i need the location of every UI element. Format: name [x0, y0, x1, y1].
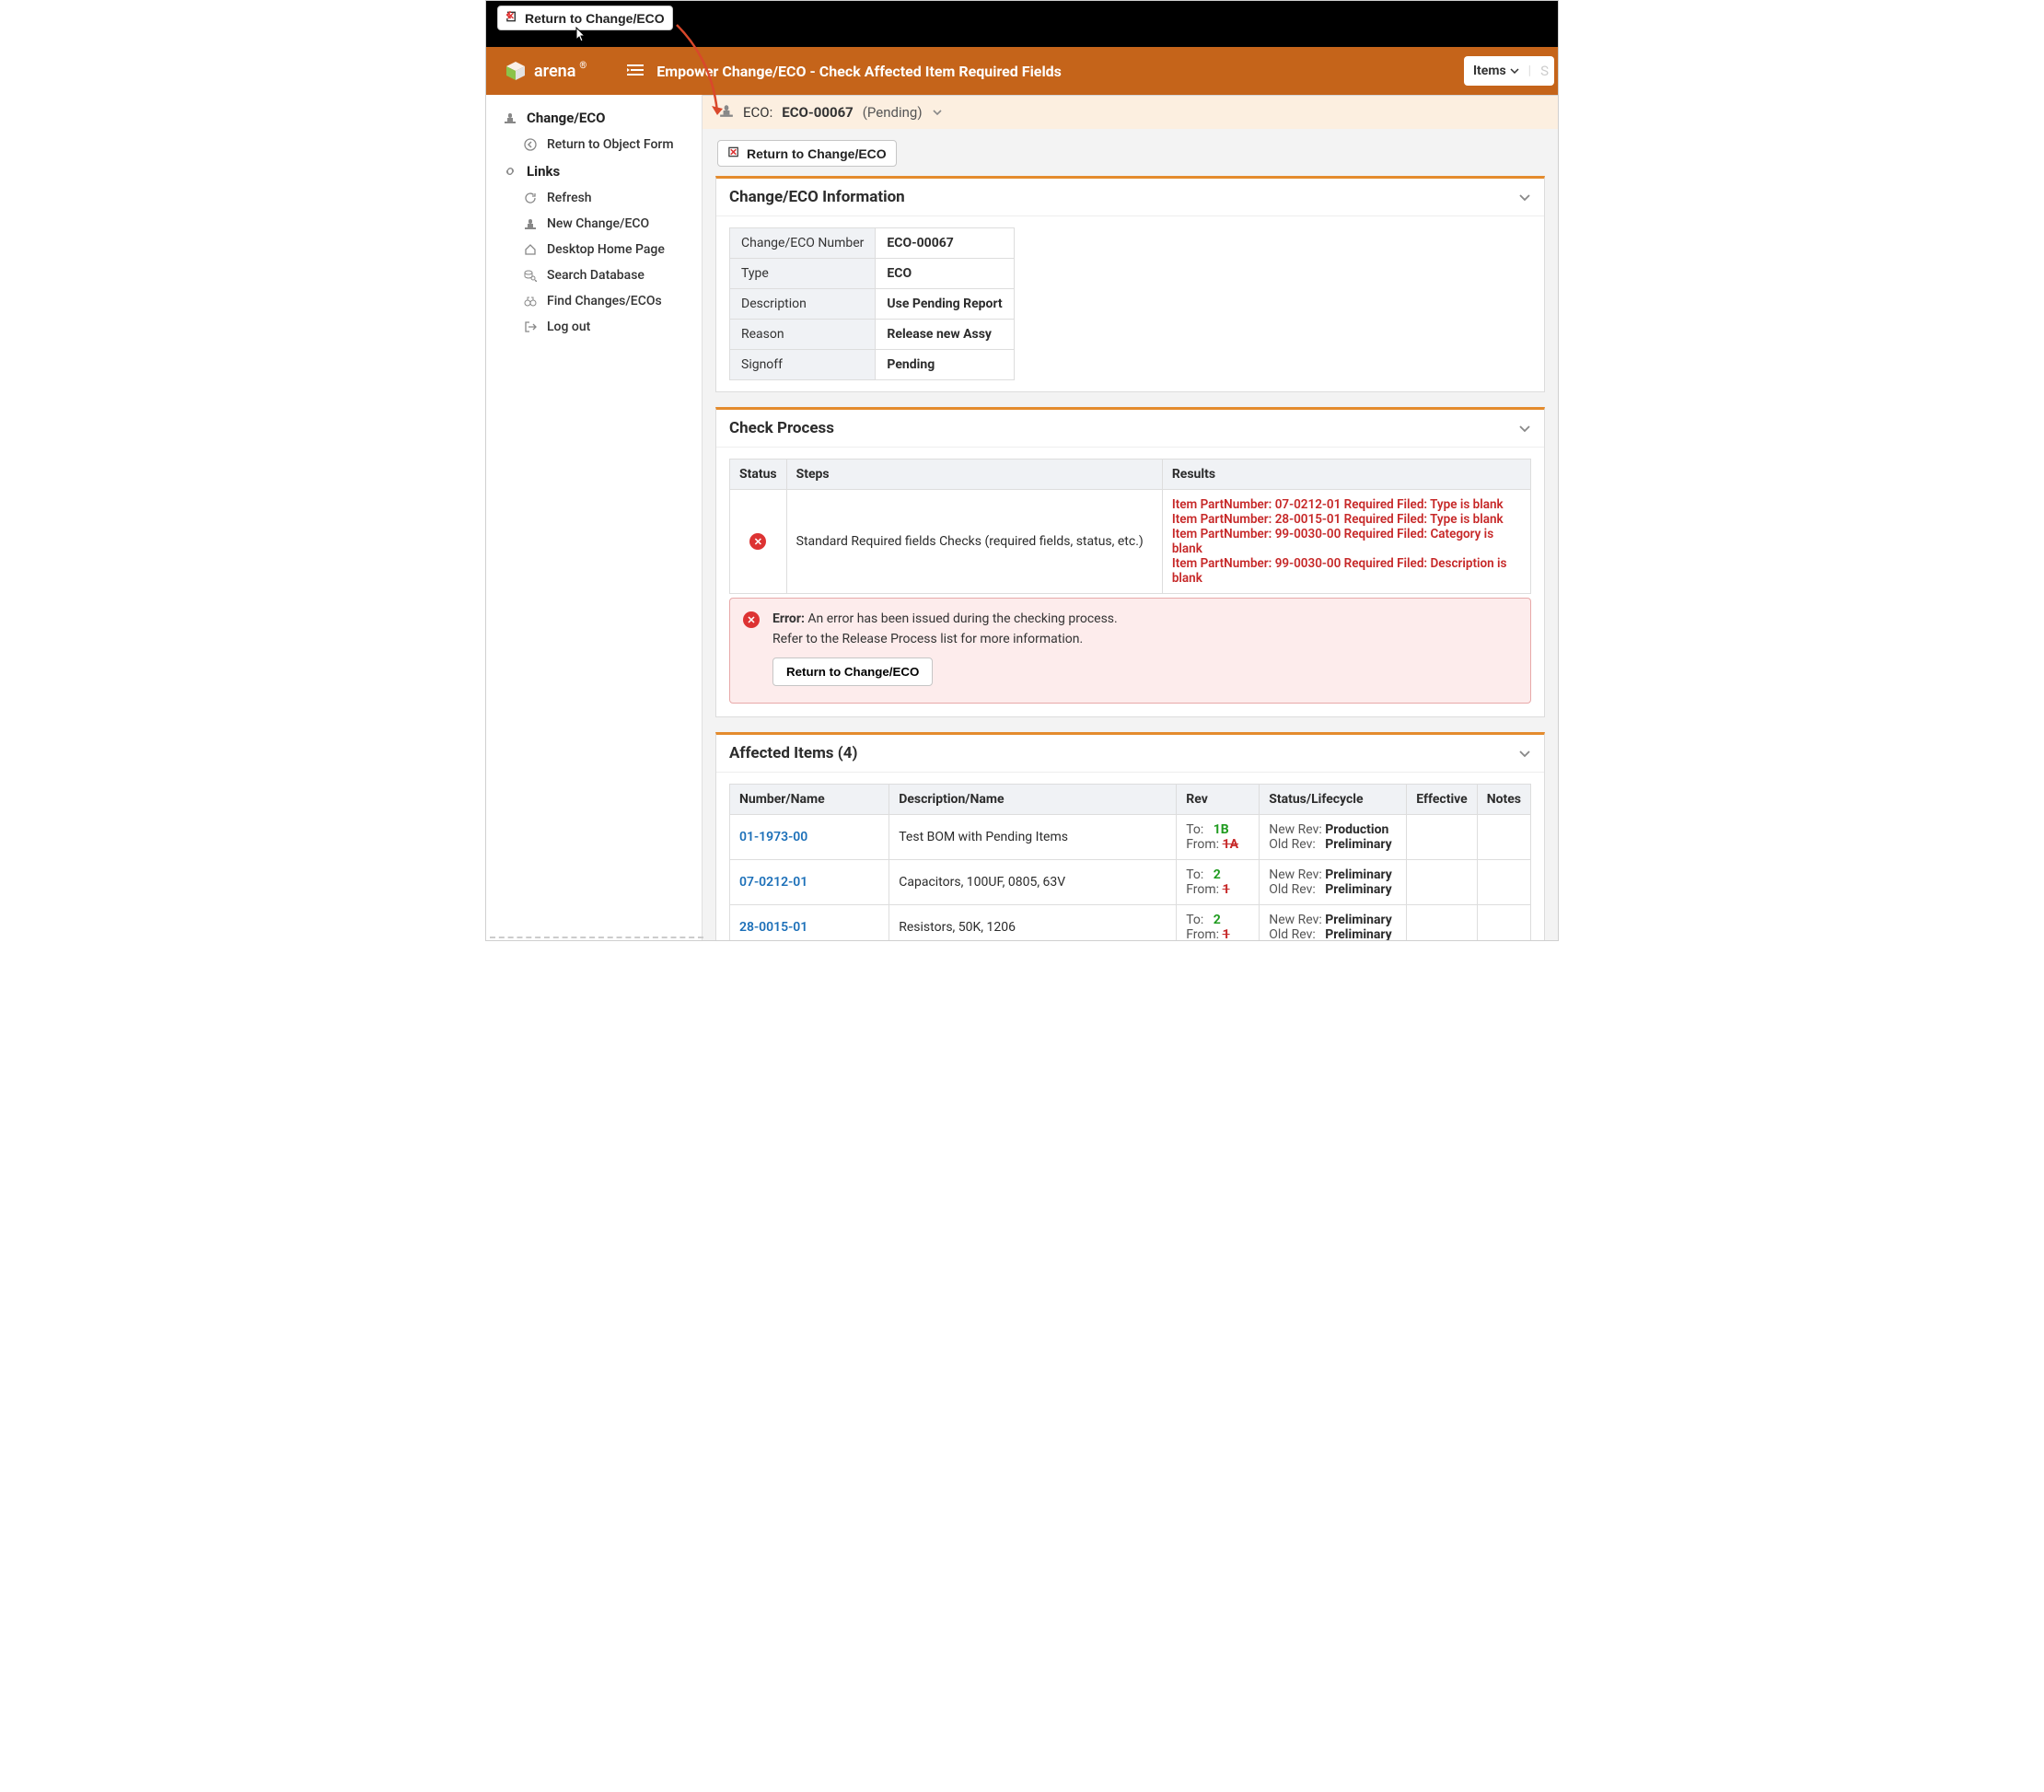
check-result: Item PartNumber: 99-0030-00 Required Fil…	[1172, 527, 1521, 556]
arena-cube-icon	[505, 60, 527, 82]
check-result: Item PartNumber: 28-0015-01 Required Fil…	[1172, 512, 1521, 527]
brand-logo: arena®	[486, 60, 609, 82]
item-link[interactable]: 01-1973-00	[739, 830, 807, 844]
stamp-icon	[503, 111, 517, 124]
collapse-chevron-icon[interactable]	[1518, 193, 1531, 202]
sidebar-search-db[interactable]: Search Database	[503, 262, 702, 288]
sidebar-desktop-home[interactable]: Desktop Home Page	[503, 237, 702, 262]
error-icon: ✕	[743, 611, 760, 628]
sidebar-return-object[interactable]: Return to Object Form	[503, 132, 702, 157]
check-table: Status Steps Results ✕ Standard Required…	[729, 459, 1531, 594]
breadcrumb: ECO: ECO-00067 (Pending)	[703, 96, 1558, 129]
page-title: Empower Change/ECO - Check Affected Item…	[656, 63, 1062, 80]
home-icon	[523, 243, 538, 256]
return-to-change-button[interactable]: Return to Change/ECO	[717, 140, 897, 167]
sidebar: Change/ECO Return to Object Form Links R…	[486, 95, 703, 940]
sidebar-group-change[interactable]: Change/ECO	[503, 104, 702, 132]
collapse-chevron-icon[interactable]	[1518, 425, 1531, 433]
item-link[interactable]: 07-0212-01	[739, 875, 807, 890]
search-db-icon	[523, 269, 538, 282]
refresh-icon	[523, 192, 538, 204]
arrow-left-circle-icon	[523, 138, 538, 151]
check-step: Standard Required fields Checks (require…	[786, 490, 1162, 594]
return-icon	[727, 145, 741, 161]
item-desc: Test BOM with Pending Items	[889, 815, 1177, 860]
binoculars-icon	[523, 295, 538, 308]
breadcrumb-status: (Pending)	[863, 104, 923, 121]
check-result: Item PartNumber: 99-0030-00 Required Fil…	[1172, 556, 1521, 586]
brand-name: arena	[534, 62, 575, 81]
items-dropdown[interactable]: Items	[1469, 64, 1523, 78]
search-hint: S	[1537, 63, 1549, 79]
item-link[interactable]: 28-0015-01	[739, 920, 807, 935]
sidebar-group-links[interactable]: Links	[503, 157, 702, 185]
table-row: 01-1973-00Test BOM with Pending ItemsTo:…	[730, 815, 1531, 860]
affected-items-panel: Affected Items (4) Number/Name Descripti…	[715, 732, 1545, 940]
link-icon	[503, 165, 517, 178]
table-row: 28-0015-01Resistors, 50K, 1206To: 2From:…	[730, 905, 1531, 941]
info-table: Change/ECO NumberECO-00067 TypeECO Descr…	[729, 227, 1015, 380]
sidebar-find-changes[interactable]: Find Changes/ECOs	[503, 288, 702, 314]
sidebar-refresh[interactable]: Refresh	[503, 185, 702, 211]
error-callout: ✕ Error: An error has been issued during…	[729, 598, 1531, 704]
affected-panel-title: Affected Items (4)	[729, 744, 857, 762]
stamp-small-icon	[719, 103, 734, 122]
breadcrumb-prefix: ECO:	[743, 104, 772, 121]
return-icon	[505, 10, 519, 26]
affected-table: Number/Name Description/Name Rev Status/…	[729, 784, 1531, 940]
logout-icon	[523, 320, 538, 333]
sidebar-logout[interactable]: Log out	[503, 314, 702, 340]
return-to-change-button-callout[interactable]: Return to Change/ECO	[497, 6, 673, 30]
check-result: Item PartNumber: 07-0212-01 Required Fil…	[1172, 497, 1521, 512]
info-panel: Change/ECO Information Change/ECO Number…	[715, 176, 1545, 392]
check-panel-title: Check Process	[729, 419, 834, 437]
stamp-new-icon	[523, 217, 538, 230]
table-row: 07-0212-01Capacitors, 100UF, 0805, 63VTo…	[730, 860, 1531, 905]
error-status-icon: ✕	[749, 533, 766, 550]
breadcrumb-number: ECO-00067	[782, 104, 854, 121]
hamburger-indent-icon[interactable]	[627, 63, 644, 80]
check-process-panel: Check Process Status Steps Results ✕ Sta…	[715, 407, 1545, 717]
error-return-button[interactable]: Return to Change/ECO	[772, 657, 933, 686]
item-desc: Resistors, 50K, 1206	[889, 905, 1177, 941]
chevron-down-icon[interactable]	[932, 109, 943, 116]
main-content: ECO: ECO-00067 (Pending) Return to Chang…	[703, 95, 1558, 940]
item-desc: Capacitors, 100UF, 0805, 63V	[889, 860, 1177, 905]
info-panel-title: Change/ECO Information	[729, 188, 905, 206]
header-search-area[interactable]: Items | S	[1464, 56, 1554, 86]
collapse-chevron-icon[interactable]	[1518, 750, 1531, 758]
sidebar-new-change[interactable]: New Change/ECO	[503, 211, 702, 237]
return-label: Return to Change/ECO	[525, 11, 665, 26]
app-header: arena® Empower Change/ECO - Check Affect…	[486, 47, 1558, 95]
